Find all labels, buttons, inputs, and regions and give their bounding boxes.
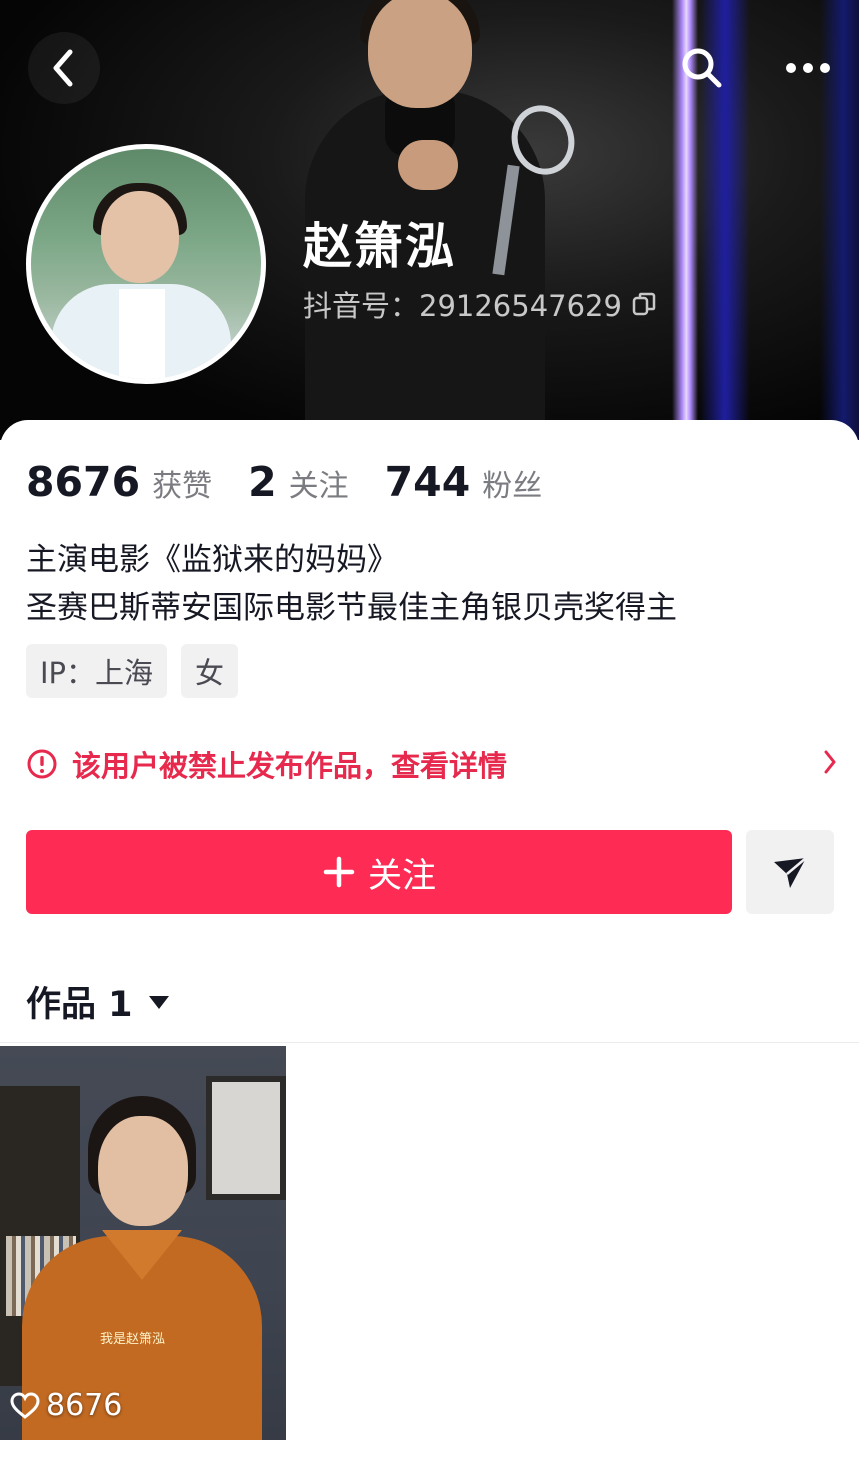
dropdown-icon <box>148 995 169 1009</box>
bio: 主演电影《监狱来的妈妈》 圣赛巴斯蒂安国际电影节最佳主角银贝壳奖得主 <box>26 536 677 632</box>
profile-name: 赵箫泓 <box>303 218 457 275</box>
follow-button[interactable]: 关注 <box>26 830 732 914</box>
gender-tag: 女 <box>181 644 239 698</box>
likes-count: 8676 <box>26 458 141 506</box>
heart-icon <box>10 1391 40 1419</box>
avatar[interactable] <box>26 144 266 384</box>
video-caption: 我是赵箫泓 <box>100 1332 166 1347</box>
plus-icon <box>323 856 355 888</box>
back-button[interactable] <box>28 32 100 104</box>
video-like-value: 8676 <box>46 1388 123 1423</box>
ban-notice[interactable]: 该用户被禁止发布作品，查看详情 <box>26 742 838 786</box>
video-like-count: 8676 <box>10 1388 122 1423</box>
works-tab[interactable]: 作品 1 <box>26 976 171 1027</box>
ban-notice-text: 该用户被禁止发布作品，查看详情 <box>72 749 508 783</box>
share-button[interactable] <box>746 830 834 914</box>
bio-line: 主演电影《监狱来的妈妈》 <box>26 542 398 578</box>
follow-label: 关注 <box>368 855 436 896</box>
followers-label: 粉丝 <box>482 469 543 504</box>
tag-list: IP：上海 女 <box>26 644 239 698</box>
video-thumbnail[interactable]: 我是赵箫泓 8676 <box>0 1046 286 1440</box>
following-label: 关注 <box>288 469 349 504</box>
chevron-right-icon <box>824 750 836 774</box>
more-button[interactable] <box>772 32 844 104</box>
followers-count: 744 <box>384 458 471 506</box>
likes-stat[interactable]: 8676 获赞 <box>26 458 212 506</box>
divider <box>0 1042 859 1043</box>
following-count: 2 <box>248 458 277 506</box>
stats-row: 8676 获赞 2 关注 744 粉丝 <box>26 458 542 506</box>
following-stat[interactable]: 2 关注 <box>248 458 349 506</box>
more-icon <box>786 63 830 73</box>
search-button[interactable] <box>666 32 738 104</box>
bio-line: 圣赛巴斯蒂安国际电影节最佳主角银贝壳奖得主 <box>26 590 677 626</box>
search-icon <box>682 48 722 88</box>
profile-header: 赵箫泓 抖音号：29126547629 <box>0 0 859 440</box>
likes-label: 获赞 <box>152 469 213 504</box>
share-icon <box>774 857 807 888</box>
ip-location-tag: IP：上海 <box>26 644 168 698</box>
douyin-id: 抖音号：29126547629 <box>303 283 656 325</box>
alert-icon <box>27 749 57 779</box>
back-arrow-icon <box>53 49 73 87</box>
copy-icon[interactable] <box>632 292 656 316</box>
profile-body: 8676 获赞 2 关注 744 粉丝 主演电影《监狱来的妈妈》 圣赛巴斯蒂安国… <box>0 420 859 1467</box>
followers-stat[interactable]: 744 粉丝 <box>385 458 543 506</box>
douyin-id-text: 抖音号：29126547629 <box>303 289 622 323</box>
works-label: 作品 1 <box>26 985 133 1025</box>
